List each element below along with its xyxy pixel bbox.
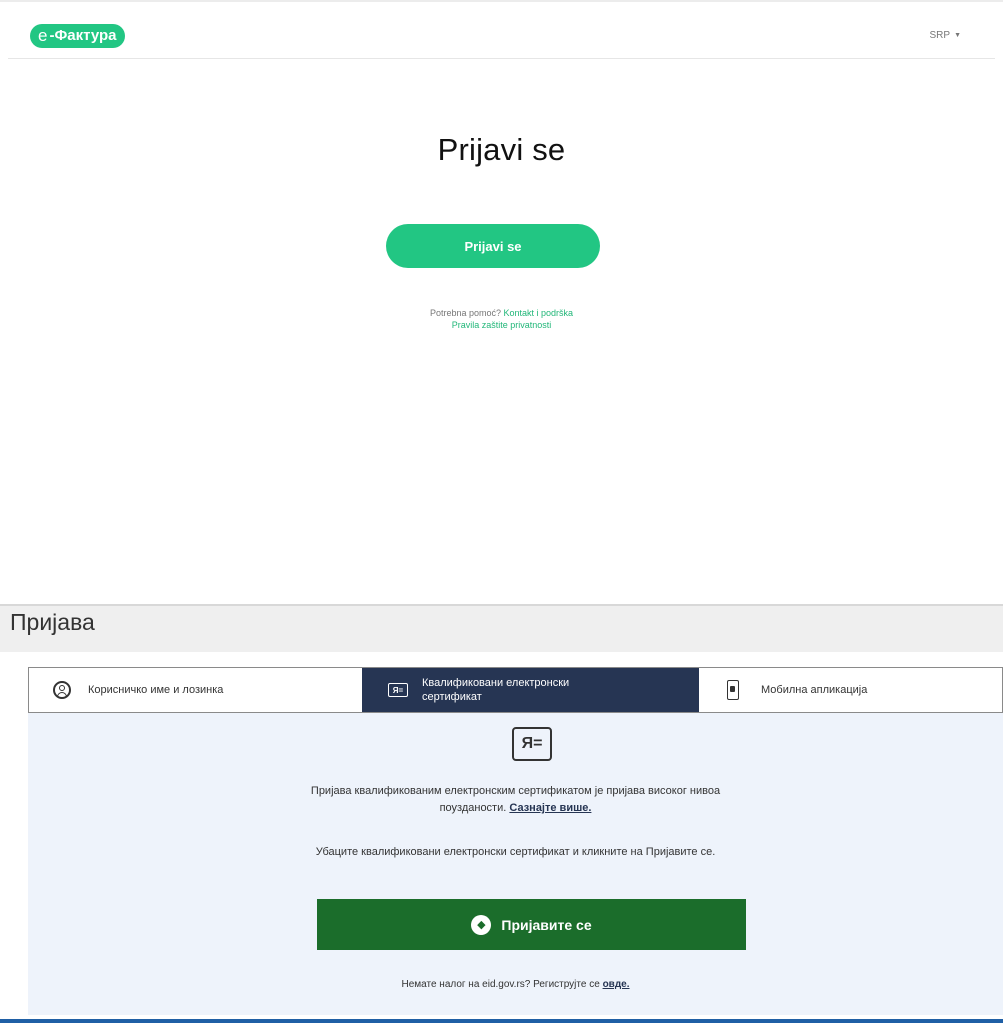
learn-more-link[interactable]: Сазнајте више.	[509, 802, 591, 814]
tab-qualified-certificate[interactable]: Я= Квалификовани електронски сертификат	[362, 668, 699, 712]
logo-prefix: e	[38, 26, 48, 45]
certificate-login-label: Пријавите се	[501, 916, 592, 933]
tab-mobile-app[interactable]: Мобилна апликација	[699, 668, 1003, 712]
eid-panel: Пријава Корисничко име и лозинка Я= Квал…	[0, 604, 1003, 1023]
page-title: Prijavi se	[437, 132, 566, 167]
eid-title: Пријава	[10, 609, 95, 635]
top-border	[0, 0, 1003, 2]
mobile-phone-icon	[727, 680, 739, 700]
tab-username-password[interactable]: Корисничко име и лозинка	[29, 668, 362, 712]
certificate-login-button[interactable]: ◆ Пријавите се	[317, 899, 746, 950]
language-selector[interactable]: SRP ▼	[930, 30, 962, 41]
certificate-description: Пријава квалификованим електронским серт…	[28, 783, 1003, 817]
header-bar: e -Фактура SRP ▼	[8, 8, 995, 59]
instruction-text: Убаците квалификовани електронски сертиф…	[315, 846, 716, 858]
logo-text: -Фактура	[49, 27, 117, 44]
login-button[interactable]: Prijavi se	[386, 224, 600, 268]
user-circle-icon	[53, 681, 71, 699]
tab-label: Квалификовани електронски сертификат	[422, 677, 570, 703]
login-method-tabs: Корисничко име и лозинка Я= Квалификован…	[28, 667, 1003, 713]
language-label: SRP	[929, 30, 951, 41]
eid-title-bar: Пријава	[0, 604, 1003, 652]
certificate-instruction: Убаците квалификовани електронски сертиф…	[28, 844, 1003, 861]
certificate-login-area: Я= Пријава квалификованим електронским с…	[28, 713, 1003, 1015]
efaktura-panel: e -Фактура SRP ▼ Prijavi se Prijavi se P…	[0, 0, 1003, 560]
layers-icon: ◆	[471, 914, 492, 935]
register-link[interactable]: овде.	[603, 979, 630, 990]
register-prompt: Немате налог на eid.gov.rs? Региструјте …	[28, 979, 1003, 990]
contact-support-link[interactable]: Kontakt i podrška	[504, 308, 574, 318]
id-card-icon: Я=	[388, 683, 408, 697]
efaktura-logo[interactable]: e -Фактура	[30, 24, 125, 48]
help-links: Potrebna pomoć? Kontakt i podrška Pravil…	[0, 307, 1003, 331]
tab-label: Мобилна апликација	[761, 684, 868, 696]
tab-label: Корисничко име и лозинка	[88, 684, 224, 696]
id-card-icon: Я=	[512, 727, 552, 761]
caret-down-icon: ▼	[954, 32, 961, 39]
help-prefix: Potrebna pomoć?	[429, 308, 501, 318]
register-prefix: Немате налог на eid.gov.rs? Региструјте …	[401, 979, 600, 990]
privacy-policy-link[interactable]: Pravila zaštite privatnosti	[452, 320, 552, 330]
bottom-accent-line	[0, 1019, 1003, 1023]
